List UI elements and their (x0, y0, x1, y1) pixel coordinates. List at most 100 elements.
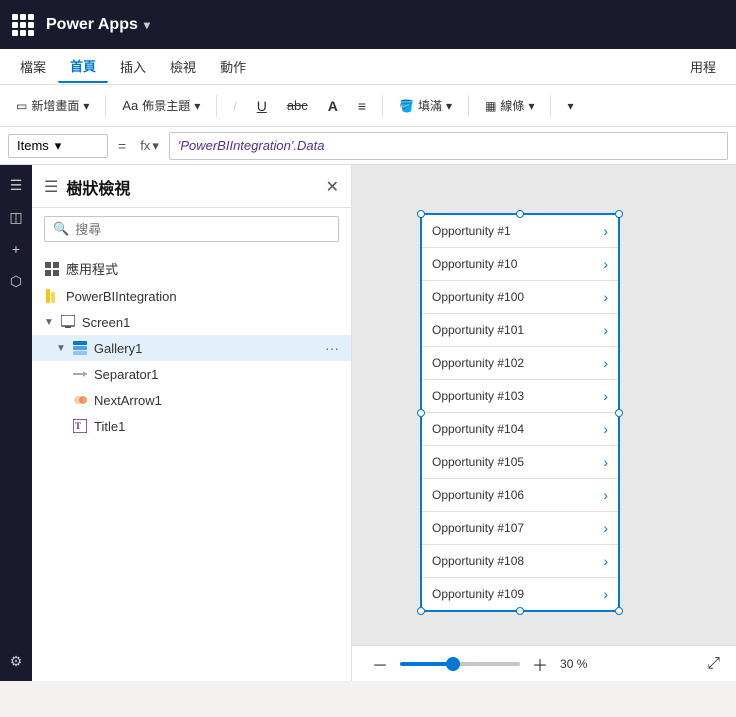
border-icon: ▦ (485, 99, 496, 113)
gallery-wrapper[interactable]: Opportunity #1›Opportunity #10›Opportuni… (420, 213, 620, 612)
formula-name-box[interactable]: Items ▾ (8, 134, 108, 158)
gallery1-dots-icon[interactable]: ··· (325, 340, 339, 356)
formula-bar: Items ▾ = fx ▾ (0, 127, 736, 165)
tree-panel: ☰ 樹狀檢視 ✕ 🔍 應用程式 PowerBIIntegrati (32, 165, 352, 681)
handle-mr[interactable] (615, 409, 623, 417)
gallery-item-label: Opportunity #1 (432, 224, 511, 238)
gallery-item[interactable]: Opportunity #109 › (422, 578, 618, 610)
search-input[interactable] (75, 222, 330, 237)
side-icon-settings[interactable]: ⚙ (4, 649, 28, 673)
title-icon: T (72, 418, 88, 434)
screen1-expand-icon: ▼ (44, 317, 54, 328)
gallery1-expand-icon: ▼ (56, 343, 66, 354)
tree-item-gallery1[interactable]: ▼ Gallery1 ··· (32, 335, 351, 361)
fill-button[interactable]: 🪣 填滿 ▾ (391, 93, 460, 118)
formula-fx-button[interactable]: fx ▾ (136, 138, 163, 154)
gallery-item[interactable]: Opportunity #101› (422, 314, 618, 347)
divider-label: / (225, 95, 244, 117)
waffle-icon[interactable] (12, 14, 34, 36)
gallery-item-label: Opportunity #102 (432, 356, 524, 370)
toolbar-sep-5 (550, 95, 551, 117)
gallery-item-label: Opportunity #106 (432, 488, 524, 502)
font-color-button[interactable]: A (320, 94, 346, 118)
tree-item-title1-label: Title1 (94, 419, 125, 434)
gallery-item-chevron: › (603, 421, 608, 437)
gallery-item[interactable]: Opportunity #102› (422, 347, 618, 380)
side-icon-hamburger[interactable]: ☰ (4, 173, 28, 197)
more-button[interactable]: ▾ (559, 95, 581, 117)
formula-input[interactable] (169, 132, 728, 160)
tree-item-title1[interactable]: T Title1 (32, 413, 351, 439)
tree-search[interactable]: 🔍 (44, 216, 339, 242)
gallery-item[interactable]: Opportunity #100› (422, 281, 618, 314)
nextarrow-icon (72, 392, 88, 408)
side-icons: ☰ ◫ + ⬡ ⚙ (0, 165, 32, 681)
gallery-item[interactable]: Opportunity #106› (422, 479, 618, 512)
gallery-item[interactable]: Opportunity #105› (422, 446, 618, 479)
tree-item-nextarrow1[interactable]: NextArrow1 (32, 387, 351, 413)
tree-hamburger-icon[interactable]: ☰ (44, 177, 58, 197)
gallery-item[interactable]: Opportunity #103› (422, 380, 618, 413)
tree-close-icon[interactable]: ✕ (326, 177, 339, 197)
border-label: 線條 (500, 97, 524, 114)
gallery-item-label: Opportunity #109 (432, 587, 524, 601)
tree-title: 樹狀檢視 (66, 175, 130, 199)
gallery-item-label: Opportunity #108 (432, 554, 524, 568)
menu-insert[interactable]: 插入 (108, 51, 158, 82)
menu-action[interactable]: 動作 (208, 51, 258, 82)
menu-view[interactable]: 檢視 (158, 51, 208, 82)
toolbar-sep-4 (468, 95, 469, 117)
handle-tr[interactable] (615, 210, 623, 218)
align-button[interactable]: ≡ (350, 94, 374, 118)
menu-home[interactable]: 首頁 (58, 50, 108, 83)
app-title-chevron[interactable]: ▾ (144, 18, 150, 32)
gallery-item-chevron: › (603, 454, 608, 470)
tree-item-separator1[interactable]: Separator1 (32, 361, 351, 387)
gallery-item-chevron: › (603, 586, 608, 602)
border-button[interactable]: ▦ 線條 ▾ (477, 93, 542, 118)
tree-item-screen1[interactable]: ▼ Screen1 (32, 309, 351, 335)
tree-item-separator1-label: Separator1 (94, 367, 158, 382)
separator-icon (72, 366, 88, 382)
gallery-item[interactable]: Opportunity #107› (422, 512, 618, 545)
app-title: Power Apps ▾ (46, 16, 150, 34)
menu-bar: 檔案 首頁 插入 檢視 動作 用程 (0, 49, 736, 85)
formula-name-chevron: ▾ (55, 138, 62, 154)
strikethrough-button[interactable]: abc (279, 94, 316, 117)
new-screen-button[interactable]: ▭ 新增畫面 ▾ (8, 93, 97, 118)
underline-button[interactable]: U (249, 94, 275, 118)
handle-tm[interactable] (516, 210, 524, 218)
top-bar: Power Apps ▾ (0, 0, 736, 49)
gallery-item[interactable]: Opportunity #104› (422, 413, 618, 446)
zoom-minus-button[interactable]: － (368, 652, 392, 676)
theme-button[interactable]: Aa 佈景主題 ▾ (114, 93, 208, 118)
zoom-slider-thumb[interactable] (446, 657, 460, 671)
toolbar-sep-1 (105, 95, 106, 117)
side-icon-layers[interactable]: ◫ (4, 205, 28, 229)
gallery-item[interactable]: Opportunity #10› (422, 248, 618, 281)
zoom-percent: 30 % (560, 657, 587, 671)
zoom-plus-button[interactable]: ＋ (528, 652, 552, 676)
gallery-item-chevron: › (603, 223, 608, 239)
tree-header: ☰ 樹狀檢視 ✕ (32, 165, 351, 208)
toolbar-sep-2 (216, 95, 217, 117)
gallery-item-chevron: › (603, 256, 608, 272)
gallery-item-label: Opportunity #100 (432, 290, 524, 304)
tree-item-powerbi[interactable]: PowerBIIntegration (32, 283, 351, 309)
zoom-slider-fill (400, 662, 448, 666)
side-icon-add[interactable]: + (4, 237, 28, 261)
menu-file[interactable]: 檔案 (8, 51, 58, 82)
gallery-item[interactable]: Opportunity #108› (422, 545, 618, 578)
zoom-slider[interactable] (400, 662, 520, 666)
expand-button[interactable]: ⤢ (707, 655, 720, 673)
handle-br[interactable] (615, 607, 623, 615)
zoom-bar: － ＋ 30 % ⤢ (352, 645, 736, 681)
handle-bl[interactable] (417, 607, 425, 615)
handle-bm[interactable] (516, 607, 524, 615)
handle-ml[interactable] (417, 409, 425, 417)
tree-item-app[interactable]: 應用程式 (32, 254, 351, 283)
side-icon-data[interactable]: ⬡ (4, 269, 28, 293)
handle-tl[interactable] (417, 210, 425, 218)
fill-icon: 🪣 (399, 99, 414, 113)
gallery-item[interactable]: Opportunity #1 › (422, 215, 618, 248)
